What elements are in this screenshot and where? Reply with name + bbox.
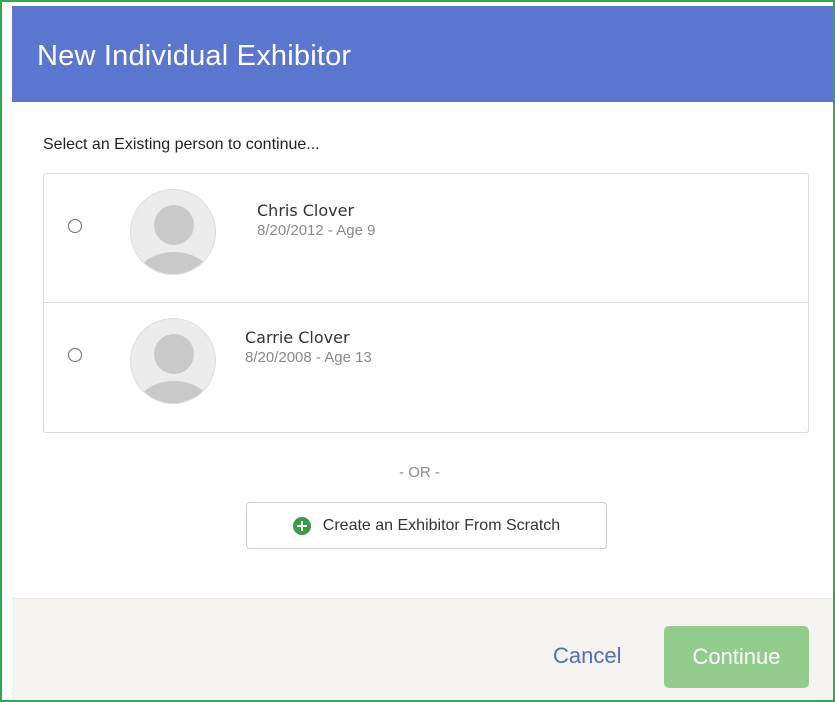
person-radio-chris[interactable] <box>68 219 82 233</box>
avatar-placeholder-icon <box>130 318 216 404</box>
person-row[interactable]: Carrie Clover 8/20/2008 - Age 13 <box>44 303 808 432</box>
person-name: Chris Clover <box>257 201 355 220</box>
new-exhibitor-dialog: New Individual Exhibitor Select an Exist… <box>0 0 835 702</box>
or-divider: - OR - <box>399 464 440 481</box>
instruction-text: Select an Existing person to continue... <box>43 136 320 153</box>
person-radio-carrie[interactable] <box>68 348 82 362</box>
dialog-header: New Individual Exhibitor <box>12 6 833 102</box>
continue-button[interactable]: Continue <box>664 626 809 688</box>
plus-circle-icon <box>292 516 311 535</box>
avatar-placeholder-icon <box>130 189 216 275</box>
person-name: Carrie Clover <box>245 328 350 347</box>
person-row[interactable]: Chris Clover 8/20/2012 - Age 9 <box>44 174 808 303</box>
create-button-label: Create an Exhibitor From Scratch <box>322 516 561 534</box>
person-dob-age: 8/20/2008 - Age 13 <box>245 349 372 366</box>
dialog-footer: Cancel Continue <box>12 598 833 700</box>
create-from-scratch-button[interactable]: Create an Exhibitor From Scratch <box>246 502 607 549</box>
person-list: Chris Clover 8/20/2012 - Age 9 Carrie Cl… <box>43 173 809 433</box>
cancel-button[interactable]: Cancel <box>553 643 621 669</box>
person-dob-age: 8/20/2012 - Age 9 <box>257 222 376 239</box>
dialog-title: New Individual Exhibitor <box>37 40 352 72</box>
